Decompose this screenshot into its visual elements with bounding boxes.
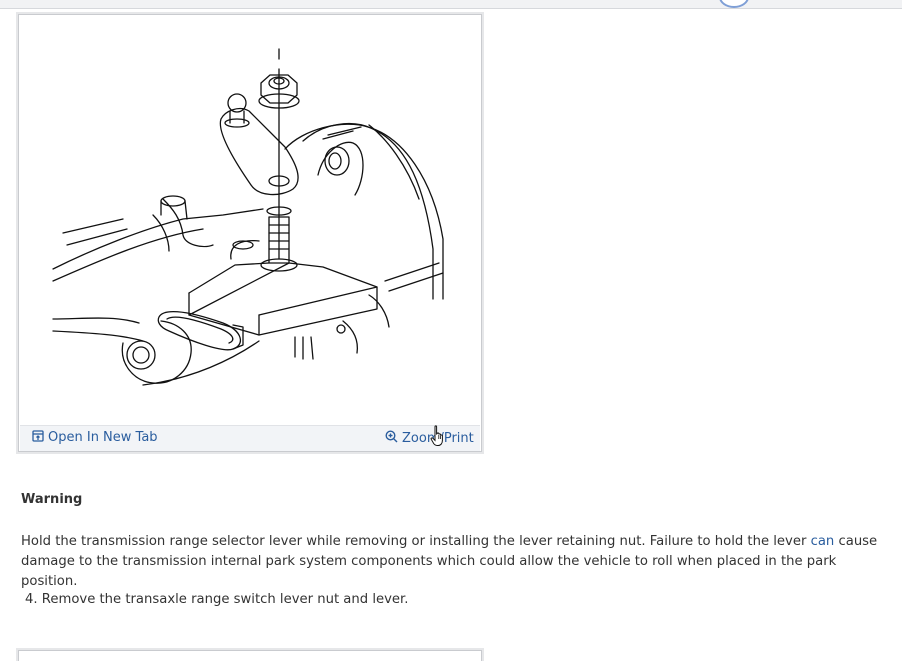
warning-text: Hold the transmission range selector lev… [21,532,889,592]
top-toolbar-edge [0,0,902,9]
warning-text-part-1: Hold the transmission range selector lev… [21,534,811,549]
step-number: 4. [25,592,38,607]
zoom-print-label: Zoom/Print [402,431,474,446]
transmission-range-switch-diagram [52,48,444,386]
warning-title: Warning [21,492,83,507]
zoom-in-icon [385,430,398,443]
open-in-new-tab-link[interactable]: Open In New Tab [32,430,158,445]
zoom-print-link[interactable]: Zoom/Print [385,430,474,446]
open-in-new-tab-icon [32,430,44,442]
procedure-step: 4. Remove the transaxle range switch lev… [25,592,408,607]
figure-footer: Open In New Tab Zoom/Print [20,425,480,451]
open-in-new-tab-label: Open In New Tab [48,430,158,445]
toolbar-avatar-icon[interactable] [719,0,749,8]
glossary-link-can[interactable]: can [811,534,835,549]
figure-card: Open In New Tab Zoom/Print [18,14,482,452]
step-text: Remove the transaxle range switch lever … [41,592,409,607]
